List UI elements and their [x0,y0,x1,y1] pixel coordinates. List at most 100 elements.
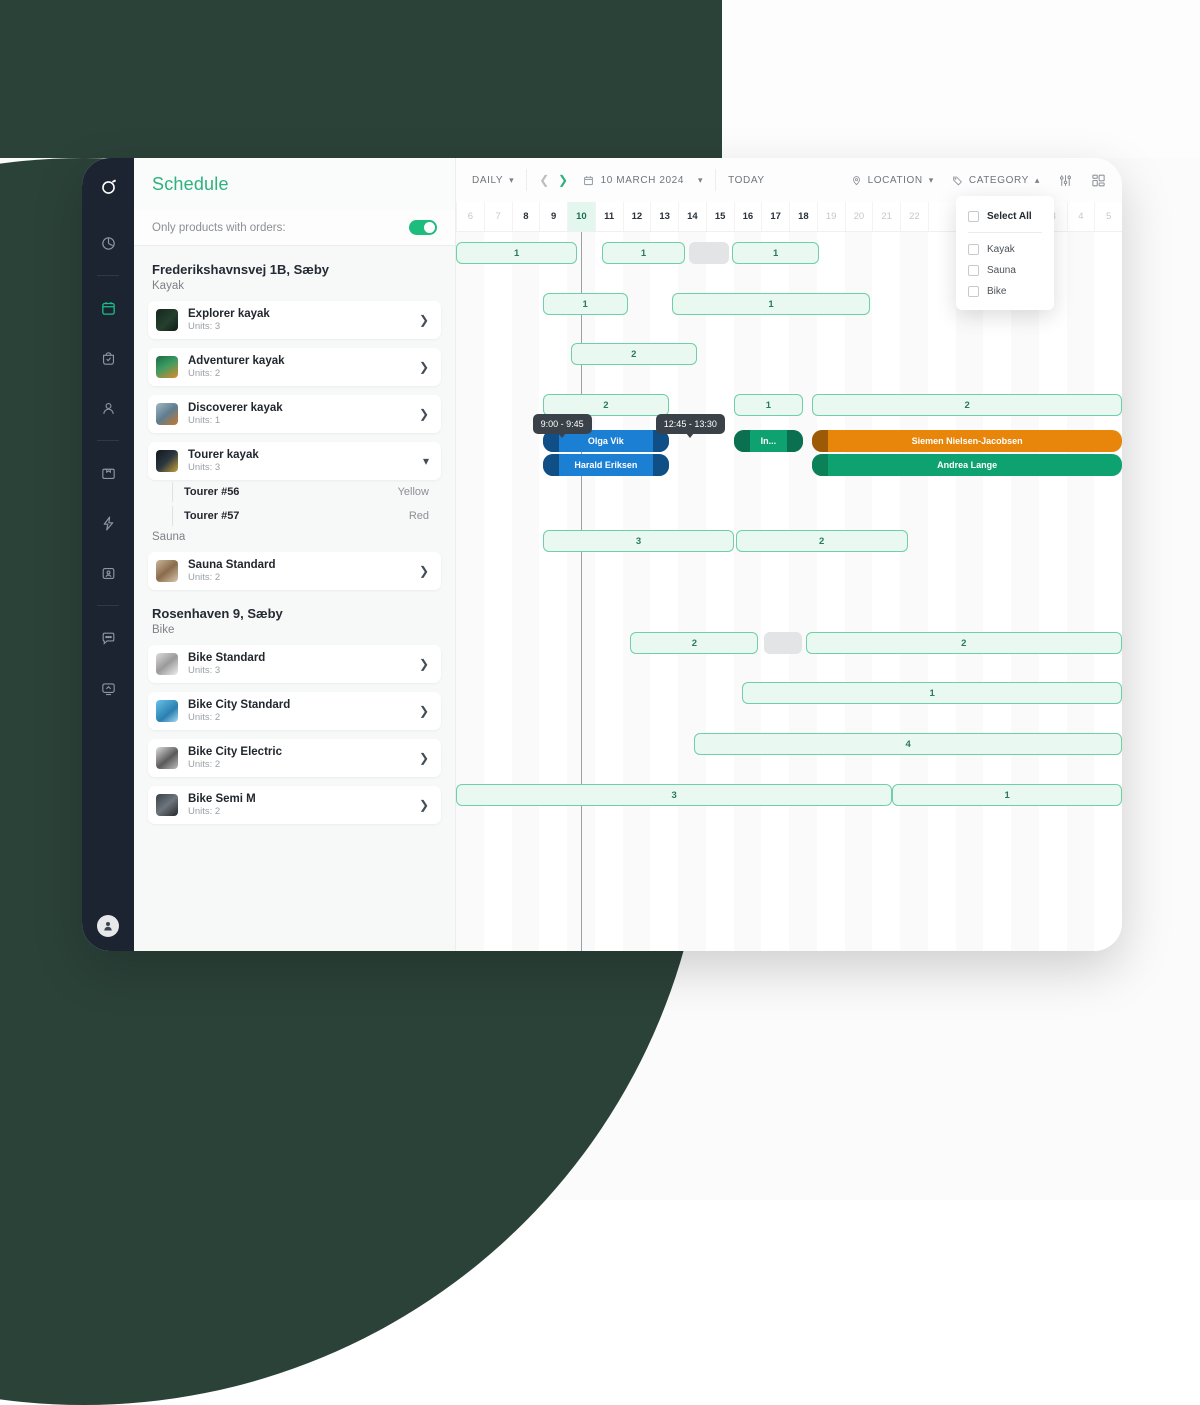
product-thumbnail [156,560,178,582]
availability-bar[interactable]: 1 [671,293,871,315]
circle-logo-icon[interactable] [93,172,123,202]
today-button[interactable]: TODAY [728,175,765,186]
next-date-button[interactable]: ❯ [558,173,569,187]
product-card[interactable]: Bike Semi M Units: 2 ❯ [148,786,441,824]
chevron-right-icon[interactable]: ❯ [419,408,429,420]
ruler-day[interactable]: 8 [511,202,540,231]
checkbox-category[interactable] [968,265,979,276]
ruler-day[interactable]: 16 [733,202,762,231]
chevron-down-icon[interactable]: ▾ [423,455,429,467]
product-card[interactable]: Discoverer kayak Units: 1 ❯ [148,395,441,433]
avatar[interactable] [97,915,119,937]
product-card[interactable]: Bike Standard Units: 3 ❯ [148,645,441,683]
product-name: Bike Standard [188,651,266,664]
availability-bar[interactable]: 2 [805,632,1122,654]
date-chevron-down-icon[interactable]: ▾ [698,175,703,186]
ruler-day[interactable]: 6 [456,202,484,231]
product-card[interactable]: Sauna Standard Units: 2 ❯ [148,552,441,590]
order-handle-left[interactable] [812,430,829,452]
product-list: Frederikshavnsvej 1B, Sæby Kayak Explorer … [134,246,455,951]
order-handle-left[interactable] [542,454,559,476]
location-filter[interactable]: LOCATION ▾ [851,175,934,186]
chevron-right-icon[interactable]: ❯ [419,565,429,577]
product-card[interactable]: Bike City Standard Units: 2 ❯ [148,692,441,730]
product-unit-row[interactable]: Tourer #56 Yellow [148,480,441,504]
product-unit-row[interactable]: Tourer #57 Red [148,504,441,528]
product-card[interactable]: Adventurer kayak Units: 2 ❯ [148,348,441,386]
sidebar-item-support[interactable] [90,670,126,706]
ruler-day[interactable]: 21 [872,202,900,231]
ruler-day[interactable]: 9 [539,202,567,231]
chevron-right-icon[interactable]: ❯ [419,799,429,811]
sidebar-item-schedule[interactable] [90,290,126,326]
chevron-right-icon[interactable]: ❯ [419,658,429,670]
ruler-day[interactable]: 20 [844,202,873,231]
ruler-day[interactable]: 11 [594,202,623,231]
availability-bar[interactable]: 1 [601,242,686,264]
view-mode-label: DAILY [472,174,504,186]
order-bar[interactable]: Siemen Nielsen-Jacobsen [812,430,1122,452]
availability-bar[interactable]: 4 [694,733,1122,755]
menu-item-category[interactable]: Kayak [956,239,1054,260]
availability-bar[interactable]: 1 [892,784,1122,806]
availability-bar[interactable]: 1 [542,293,628,315]
sidebar-item-devices[interactable] [90,555,126,591]
availability-bar[interactable]: 1 [742,682,1122,704]
sidebar-item-customers[interactable] [90,390,126,426]
chevron-right-icon[interactable]: ❯ [419,705,429,717]
order-bar[interactable]: In... [733,430,803,452]
layout-grid-icon[interactable] [1091,173,1106,188]
availability-bar[interactable]: 1 [456,242,578,264]
ruler-day[interactable]: 13 [650,202,678,231]
ruler-day[interactable]: 14 [678,202,706,231]
checkbox-category[interactable] [968,244,979,255]
sidebar-item-products[interactable] [90,455,126,491]
ruler-day[interactable]: 5 [1094,202,1122,231]
ruler-day[interactable]: 15 [705,202,734,231]
sidebar-item-dashboard[interactable] [90,225,126,261]
availability-bar[interactable]: 2 [630,632,759,654]
only-products-with-orders-toggle[interactable] [409,220,437,235]
order-bar[interactable]: Harald Eriksen [542,454,670,476]
product-meta: Bike City Electric Units: 2 [188,745,419,772]
ruler-day[interactable]: 18 [789,202,817,231]
view-mode-select[interactable]: DAILY ▾ [472,175,514,186]
availability-bar[interactable]: 1 [733,394,803,416]
menu-item-category[interactable]: Bike [956,281,1054,302]
sidebar-item-messages[interactable] [90,620,126,656]
prev-date-button[interactable]: ❮ [539,173,550,187]
chevron-right-icon[interactable]: ❯ [419,314,429,326]
availability-bar[interactable]: 1 [732,242,819,264]
sidebar-item-orders[interactable] [90,340,126,376]
menu-item-category[interactable]: Sauna [956,260,1054,281]
product-card[interactable]: Bike City Electric Units: 2 ❯ [148,739,441,777]
product-card[interactable]: Explorer kayak Units: 3 ❯ [148,301,441,339]
availability-bar[interactable]: 2 [570,343,698,365]
ruler-day[interactable]: 7 [483,202,512,231]
ruler-day[interactable]: 19 [816,202,845,231]
product-card[interactable]: Tourer kayak Units: 3 ▾ [148,442,441,480]
category-filter[interactable]: CATEGORY ▴ [952,175,1040,186]
menu-item-select-all[interactable]: Select All [956,206,1054,231]
ruler-day[interactable]: 4 [1066,202,1095,231]
availability-bar[interactable]: 3 [456,784,893,806]
ruler-day[interactable]: 12 [622,202,651,231]
order-handle-left[interactable] [812,454,829,476]
order-handle-left[interactable] [733,430,750,452]
checkbox-category[interactable] [968,286,979,297]
ruler-day[interactable]: 17 [761,202,789,231]
availability-bar[interactable]: 2 [812,394,1122,416]
chevron-right-icon[interactable]: ❯ [419,361,429,373]
availability-bar[interactable]: 3 [542,530,735,552]
chevron-right-icon[interactable]: ❯ [419,752,429,764]
availability-bar[interactable]: 2 [735,530,908,552]
sliders-icon[interactable] [1058,173,1073,188]
checkbox-select-all[interactable] [968,211,979,222]
current-date-label[interactable]: 10 MARCH 2024 [601,175,684,186]
ruler-day[interactable] [927,202,956,231]
ruler-day[interactable]: 10 [567,202,595,231]
order-bar[interactable]: Andrea Lange [812,454,1122,476]
sidebar-item-automations[interactable] [90,505,126,541]
ruler-day[interactable]: 22 [900,202,928,231]
availability-bar[interactable]: 2 [542,394,670,416]
